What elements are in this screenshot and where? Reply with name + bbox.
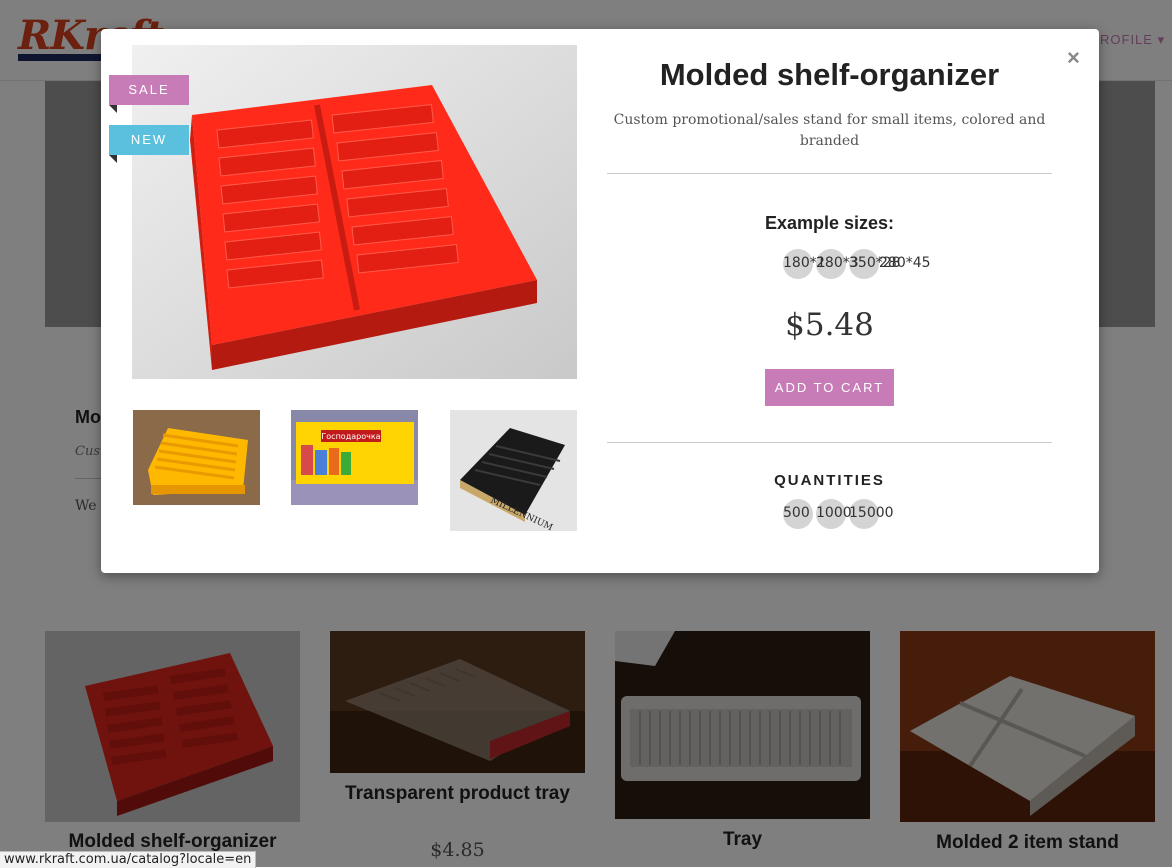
thumbnail-brand-text: Господарочка bbox=[321, 432, 380, 441]
quantity-label-3: 15000 bbox=[849, 505, 894, 521]
new-badge: NEW bbox=[109, 125, 189, 163]
product-price: $5.48 bbox=[785, 307, 874, 343]
product-title: Molded shelf-organizer bbox=[659, 57, 1000, 92]
add-to-cart-button[interactable]: ADD TO CART bbox=[765, 369, 894, 406]
quantity-options: 500 1000 15000 bbox=[607, 499, 1052, 529]
size-options: 180*1 280*3 350*28 280*45 bbox=[607, 249, 1052, 279]
main-product-image bbox=[132, 45, 577, 379]
thumbnail-yellow-organizer[interactable] bbox=[133, 410, 260, 505]
divider bbox=[607, 173, 1052, 174]
browser-status-url: www.rkraft.com.ua/catalog?locale=en bbox=[0, 851, 257, 868]
quantity-label-2: 1000 bbox=[816, 505, 852, 521]
quantities-heading: QUANTITIES bbox=[774, 472, 885, 489]
quantity-label-1: 500 bbox=[783, 505, 810, 521]
thumbnail-candy-stand[interactable]: Господарочка bbox=[291, 410, 418, 505]
close-button[interactable]: × bbox=[1067, 45, 1080, 71]
product-description: Custom promotional/sales stand for small… bbox=[613, 112, 1046, 149]
product-quickview-modal: × SALE NEW Господарочка MILLENNIUM Molde… bbox=[101, 29, 1099, 573]
divider bbox=[607, 442, 1052, 443]
sale-badge: SALE bbox=[109, 75, 189, 113]
sizes-heading: Example sizes: bbox=[764, 213, 895, 233]
size-label-4: 280*45 bbox=[879, 255, 931, 271]
thumbnail-millennium-tray[interactable]: MILLENNIUM bbox=[450, 410, 577, 531]
